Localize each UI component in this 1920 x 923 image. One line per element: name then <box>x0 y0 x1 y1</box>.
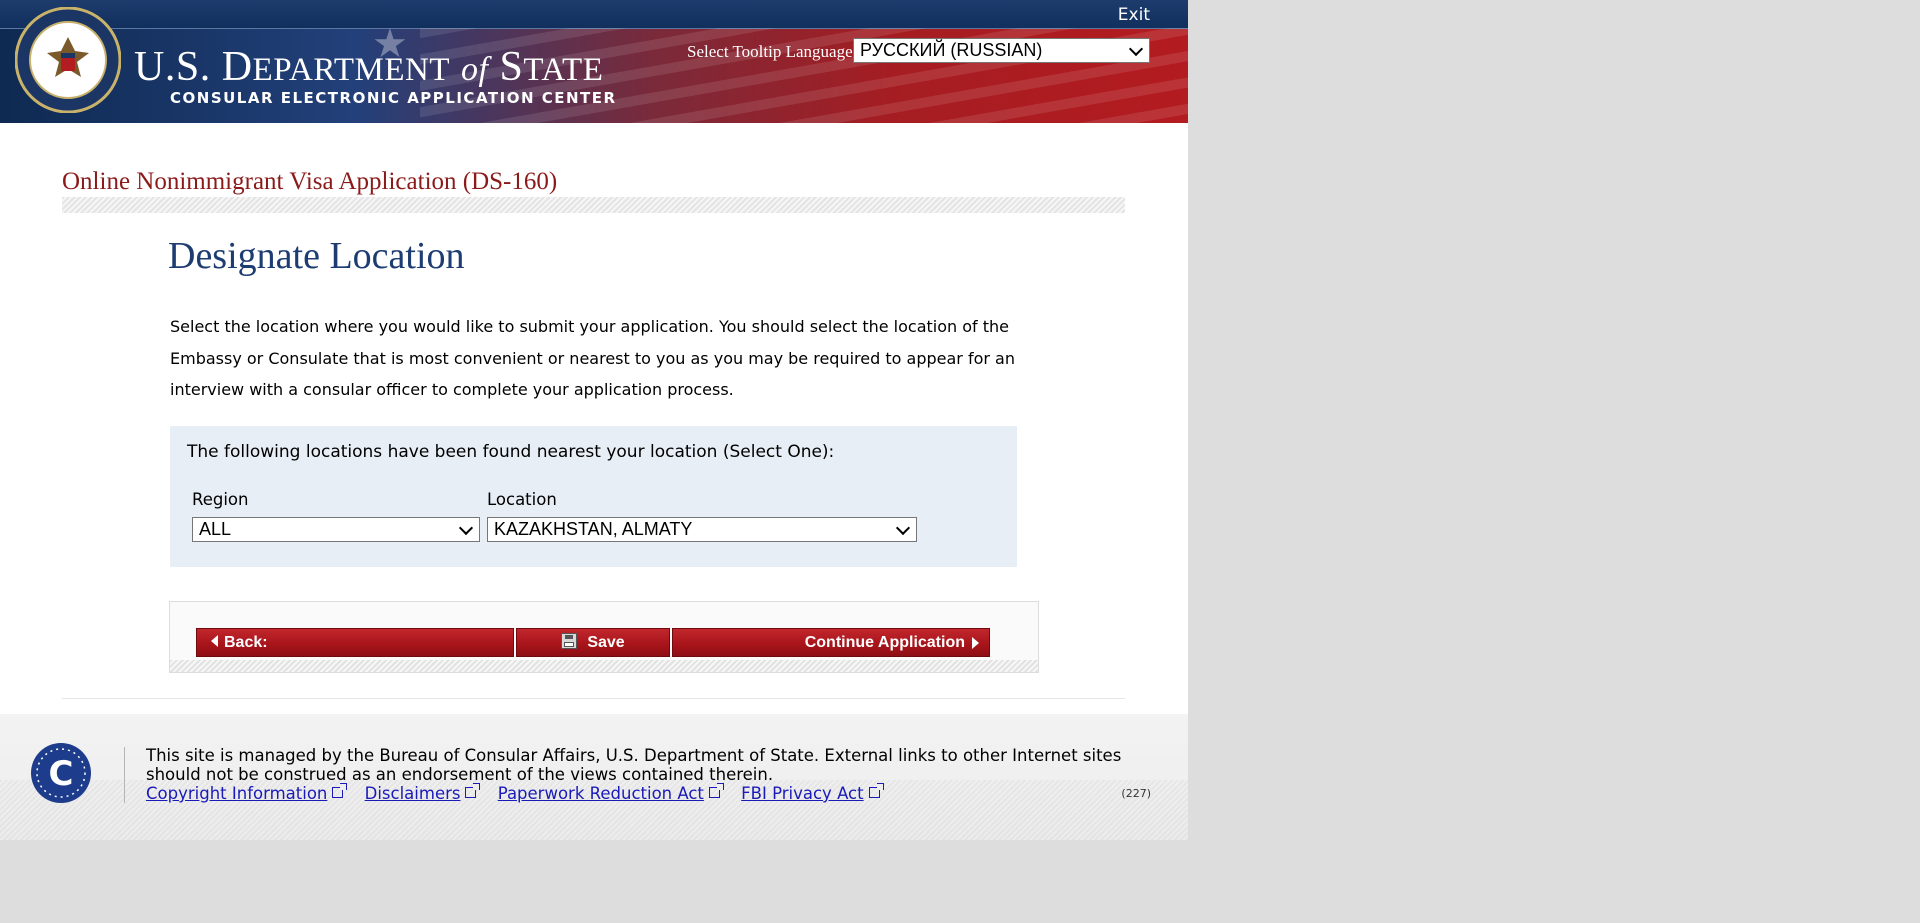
back-button[interactable]: Back: <box>196 628 514 657</box>
location-label: Location <box>487 490 557 509</box>
navigation-button-bar: Back: Save Continue Application <box>169 601 1039 673</box>
back-arrow-icon <box>211 634 218 647</box>
continue-arrow-icon <box>972 637 979 649</box>
location-select[interactable]: KAZAKHSTAN, ALMATY <box>487 517 917 542</box>
page: ★ Exit U.S. DEPARTMENT of STATE CONSULAR… <box>0 0 1188 840</box>
continue-button-label: Continue Application <box>804 634 965 651</box>
application-title: Online Nonimmigrant Visa Application (DS… <box>62 168 558 195</box>
content-divider <box>62 698 1125 699</box>
fbi-privacy-link-label: FBI Privacy Act <box>741 784 864 803</box>
header-top-strip <box>0 0 1188 29</box>
disclaimers-link-label: Disclaimers <box>364 784 461 803</box>
chevron-down-icon <box>1128 41 1144 56</box>
footer-divider <box>124 747 125 803</box>
external-link-icon <box>332 783 348 798</box>
disclaimers-link[interactable]: Disclaimers <box>364 783 481 803</box>
department-subtitle: CONSULAR ELECTRONIC APPLICATION CENTER <box>170 89 617 107</box>
external-link-icon <box>868 783 884 798</box>
footer-notice: This site is managed by the Bureau of Co… <box>146 746 1122 784</box>
region-select[interactable]: ALL <box>192 517 480 542</box>
save-button-label: Save <box>587 634 625 651</box>
tooltip-language-select[interactable]: РУССКИЙ (RUSSIAN) <box>853 38 1150 63</box>
button-bar-hatch <box>170 660 1038 672</box>
fbi-privacy-act-link[interactable]: FBI Privacy Act <box>741 783 884 803</box>
svg-text:C: C <box>49 754 74 794</box>
location-panel: The following locations have been found … <box>170 426 1017 567</box>
paperwork-reduction-act-link[interactable]: Paperwork Reduction Act <box>497 783 724 803</box>
tooltip-language-label: Select Tooltip Language <box>687 42 853 61</box>
chevron-down-icon <box>895 520 911 535</box>
department-title: U.S. DEPARTMENT of STATE <box>134 44 604 90</box>
copyright-link-label: Copyright Information <box>146 784 328 803</box>
region-label: Region <box>192 490 249 509</box>
header-banner: ★ Exit U.S. DEPARTMENT of STATE CONSULAR… <box>0 0 1188 123</box>
footer: C This site is managed by the Bureau of … <box>0 714 1188 840</box>
continue-application-button[interactable]: Continue Application <box>672 628 990 657</box>
tooltip-language-value: РУССКИЙ (RUSSIAN) <box>860 40 1043 60</box>
intro-paragraph: Select the location where you would like… <box>170 317 1015 399</box>
department-of-state-seal-icon <box>15 7 121 113</box>
exit-link[interactable]: Exit <box>1118 5 1150 25</box>
copyright-information-link[interactable]: Copyright Information <box>146 783 348 803</box>
location-value: KAZAKHSTAN, ALMATY <box>494 519 693 539</box>
external-link-icon <box>708 783 724 798</box>
footer-links: Copyright Information Disclaimers Paperw… <box>146 783 896 803</box>
floppy-disk-icon <box>561 632 578 649</box>
chevron-down-icon <box>458 520 474 535</box>
consular-affairs-logo-icon: C <box>31 743 91 803</box>
save-button[interactable]: Save <box>516 628 670 657</box>
region-value: ALL <box>199 519 232 539</box>
page-code: (227) <box>1121 787 1151 800</box>
back-button-label: Back: <box>224 634 268 651</box>
external-link-icon <box>465 783 481 798</box>
location-prompt: The following locations have been found … <box>187 442 835 462</box>
title-divider <box>62 197 1125 213</box>
paperwork-link-label: Paperwork Reduction Act <box>497 784 704 803</box>
page-title: Designate Location <box>168 235 465 277</box>
